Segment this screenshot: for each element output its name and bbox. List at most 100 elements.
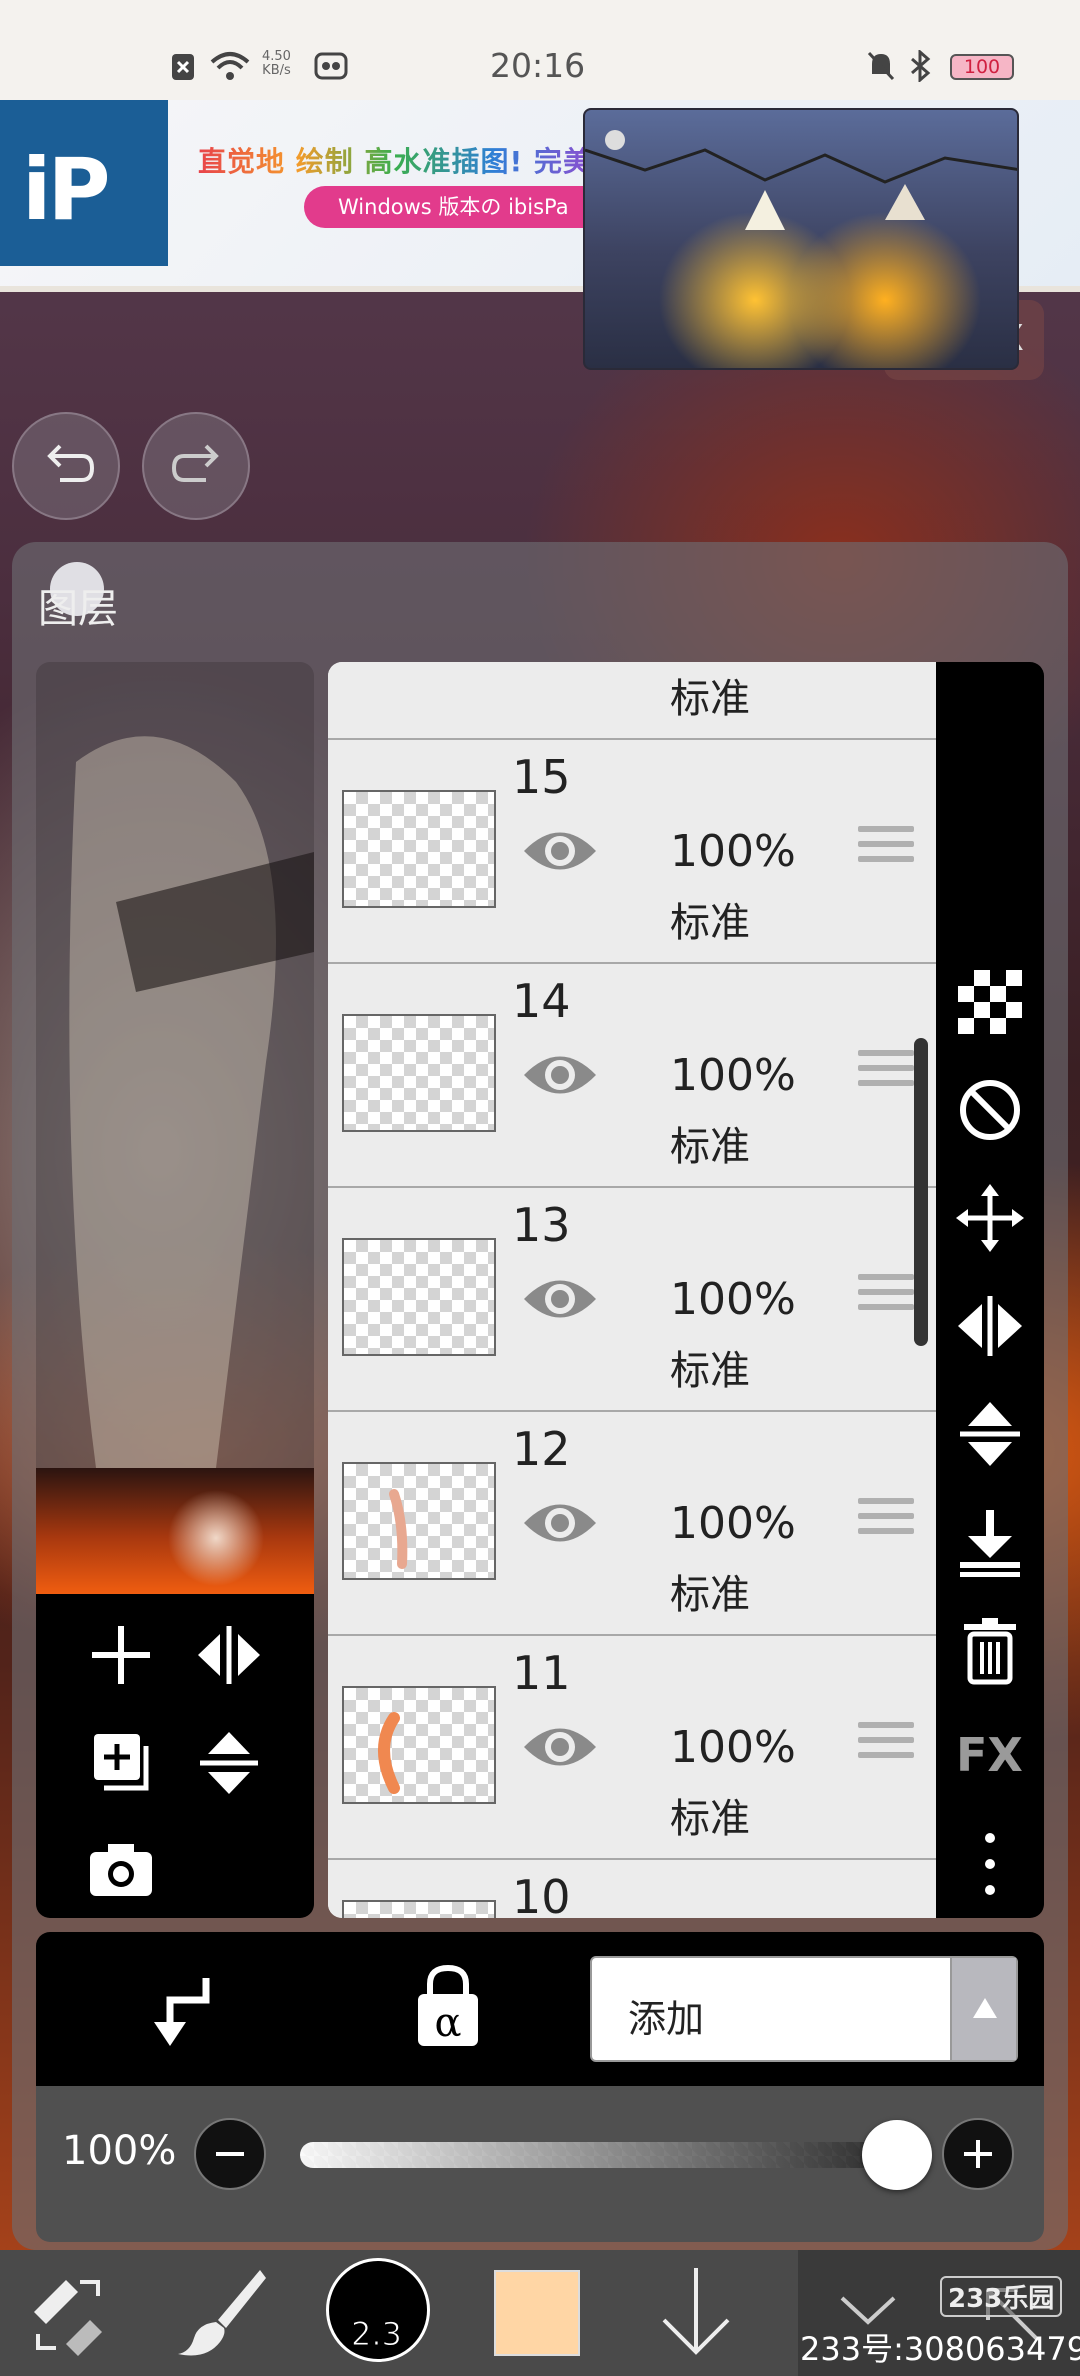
- visibility-eye-icon[interactable]: [520, 824, 600, 878]
- opacity-slider-knob[interactable]: [862, 2120, 932, 2190]
- layer-row[interactable]: 15 100% 标准: [328, 740, 936, 964]
- layer-number: 13: [512, 1198, 571, 1252]
- flip-vertical-icon: [200, 1732, 258, 1794]
- reorder-handle-icon[interactable]: [858, 826, 914, 871]
- vertical-ellipsis-icon: [985, 1833, 995, 1895]
- flip-horizontal-icon: [198, 1626, 260, 1684]
- layer-blend-mode: 标准: [670, 1796, 750, 1842]
- opacity-value: 100%: [62, 2128, 177, 2174]
- arrow-down-icon[interactable]: [654, 2262, 738, 2362]
- layer-row[interactable]: 14 100% 标准: [328, 964, 936, 1188]
- transparency-button[interactable]: [954, 966, 1026, 1038]
- canvas-thumbnail[interactable]: [36, 1468, 314, 1594]
- battery-indicator: 100: [950, 54, 1014, 80]
- opacity-slider-track[interactable]: [300, 2142, 898, 2168]
- layer-number: 14: [512, 974, 571, 1028]
- more-options-button[interactable]: [954, 1828, 1026, 1900]
- layer-thumbnail: [342, 790, 496, 908]
- duplicate-layer-button[interactable]: [76, 1718, 166, 1808]
- brush-size-value: 2.3: [351, 2315, 403, 2354]
- floating-video-window[interactable]: [583, 108, 1019, 370]
- delete-layer-button[interactable]: [954, 1614, 1026, 1686]
- brush-size-button[interactable]: 2.3: [326, 2258, 430, 2362]
- tool-switch-icon[interactable]: [26, 2262, 110, 2362]
- layer-row[interactable]: 11 100% 标准: [328, 1636, 936, 1860]
- layer-thumbnail: [342, 1686, 496, 1804]
- layer-number: 10: [512, 1870, 571, 1918]
- layer-tools-right: FX: [936, 662, 1044, 1918]
- add-layer-button[interactable]: [76, 1610, 166, 1700]
- layer-thumbnail: [342, 1238, 496, 1356]
- layer-row[interactable]: 12 100% 标准: [328, 1412, 936, 1636]
- opacity-decrease-button[interactable]: [194, 2118, 266, 2190]
- plus-icon: [92, 1626, 150, 1684]
- layer-number: 11: [512, 1646, 571, 1700]
- video-scene-icon: [585, 130, 1017, 230]
- mute-icon: [867, 51, 895, 81]
- layer-blend-mode: 标准: [670, 676, 750, 722]
- layer-blend-mode: 标准: [670, 1124, 750, 1170]
- opacity-increase-button[interactable]: [942, 2118, 1014, 2190]
- layer-row[interactable]: 标准: [328, 662, 936, 740]
- reorder-handle-icon[interactable]: [858, 1050, 914, 1095]
- redo-button[interactable]: [142, 412, 250, 520]
- alpha-lock-icon[interactable]: α: [408, 1962, 488, 2052]
- triangle-up-icon: [973, 1998, 997, 2018]
- visibility-eye-icon[interactable]: [520, 1496, 600, 1550]
- sim-off-icon: [172, 54, 194, 80]
- layer-blend-mode: 标准: [670, 1572, 750, 1618]
- panel-title: 图层: [38, 586, 118, 632]
- layer-list[interactable]: 标准 15 100% 标准 14 100% 标准 13 100% 标准 12 1…: [328, 662, 936, 1918]
- import-photo-button[interactable]: [76, 1824, 166, 1914]
- layer-row[interactable]: 13 100% 标准: [328, 1188, 936, 1412]
- clear-circle-icon: [960, 1080, 1020, 1140]
- network-speed: 4.50 KB/s: [262, 49, 291, 78]
- clipping-arrow-icon[interactable]: [136, 1966, 236, 2056]
- preview-artwork: [69, 736, 314, 1468]
- flip-vertical-button[interactable]: [184, 1718, 274, 1808]
- minus-icon: [216, 2152, 244, 2156]
- layer-blend-mode: 标准: [670, 1348, 750, 1394]
- status-bar: 4.50 KB/s 20:16 100: [0, 0, 1080, 100]
- watermark-id: 233号:308063479: [800, 2330, 1080, 2368]
- stroke-preview: [378, 1712, 400, 1794]
- flip-layer-horizontal-button[interactable]: [954, 1290, 1026, 1362]
- flip-layer-vertical-button[interactable]: [954, 1398, 1026, 1470]
- dropdown-arrow-icon[interactable]: [950, 1958, 1016, 2060]
- bluetooth-icon: [911, 50, 931, 82]
- ibispaint-logo: iP: [0, 100, 168, 266]
- reorder-handle-icon[interactable]: [858, 1722, 914, 1767]
- reorder-handle-icon[interactable]: [858, 1498, 914, 1543]
- blend-mode-select[interactable]: 添加: [590, 1956, 1018, 2062]
- layer-opacity: 100%: [670, 1498, 796, 1549]
- layer-opacity: 100%: [670, 826, 796, 877]
- move-button[interactable]: [954, 1182, 1026, 1254]
- layer-number: 12: [512, 1422, 571, 1476]
- layer-blend-mode: 标准: [670, 900, 750, 946]
- flip-horizontal-button[interactable]: [184, 1610, 274, 1700]
- layer-list-scrollbar[interactable]: [914, 1038, 928, 1346]
- wifi-icon: [210, 52, 250, 80]
- ad-cta-pill[interactable]: Windows 版本の ibisPa: [304, 186, 604, 228]
- blend-mode-value: 添加: [628, 1997, 705, 2041]
- undo-button[interactable]: [12, 412, 120, 520]
- layer-number: 15: [512, 750, 571, 804]
- layer-thumbnail: [342, 1462, 496, 1580]
- undo-icon: [47, 444, 95, 482]
- svg-text:α: α: [434, 2000, 461, 2046]
- visibility-eye-icon[interactable]: [520, 1272, 600, 1326]
- flip-horizontal-icon: [958, 1296, 1022, 1356]
- clear-layer-button[interactable]: [954, 1074, 1026, 1146]
- layer-row[interactable]: 10: [328, 1860, 936, 1918]
- visibility-eye-icon[interactable]: [520, 1720, 600, 1774]
- merge-down-button[interactable]: [954, 1506, 1026, 1578]
- reorder-handle-icon[interactable]: [858, 1274, 914, 1319]
- fx-filter-button[interactable]: FX: [956, 1728, 1023, 1782]
- redo-icon: [171, 444, 219, 482]
- brush-tool-icon[interactable]: [172, 2262, 272, 2362]
- ibispaint-logo-text: iP: [22, 140, 110, 240]
- layer-thumbnail: [342, 1900, 496, 1918]
- color-swatch[interactable]: [494, 2270, 580, 2356]
- visibility-eye-icon[interactable]: [520, 1048, 600, 1102]
- clock: 20:16: [490, 46, 586, 85]
